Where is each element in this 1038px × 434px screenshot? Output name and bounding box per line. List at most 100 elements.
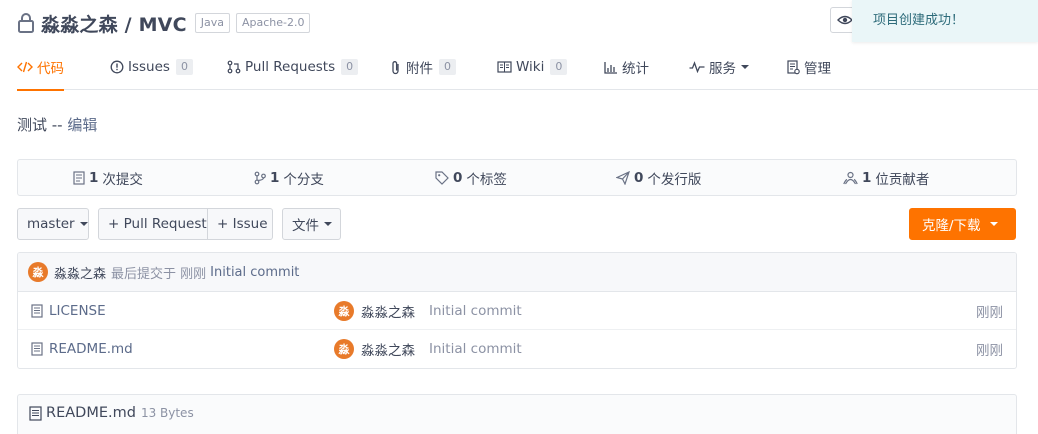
file-row: README.md 淼 淼淼之森 Initial commit 刚刚 [18,330,1016,368]
readme-filename[interactable]: README.md [46,405,136,421]
branch-name: master [27,216,75,232]
stat-value: 0 [634,169,644,186]
chevron-down-icon [79,222,88,226]
contributors-icon [843,171,858,184]
paperclip-icon [392,60,399,74]
commit-author[interactable]: 淼淼之森 [54,263,106,282]
clone-label: 克隆/下载 [922,218,981,234]
branch-select[interactable]: master [17,208,89,240]
tab-services[interactable]: 服务 [689,44,749,90]
file-name: LICENSE [49,303,106,319]
commit-message[interactable]: Initial commit [429,303,522,319]
stat-label: 个标签 [466,171,507,188]
files-label: 文件 [292,218,319,234]
files-dropdown[interactable]: 文件 [282,208,341,240]
license-tag[interactable]: Apache-2.0 [235,13,311,33]
tab-attachments[interactable]: 附件 0 [390,44,456,90]
tab-label: Pull Requests [245,59,336,75]
readme-header: README.md 13 Bytes [29,405,194,421]
stat-value: 1 [270,169,280,186]
lock-icon [18,13,34,33]
tab-label: 代码 [37,61,64,77]
tab-pull-requests[interactable]: Pull Requests 0 [227,44,359,90]
file-icon [31,304,43,318]
avatar[interactable]: 淼 [334,339,354,359]
stat-label: 位贡献者 [875,171,930,188]
repo-title[interactable]: 淼淼之森 / MVC [41,10,187,37]
tag-icon [435,170,449,185]
avatar[interactable]: 淼 [334,301,354,321]
file-list: 淼 淼淼之森 最后提交于 刚刚 Initial commit LICENSE 淼… [17,252,1017,369]
issue-icon [110,60,124,74]
code-icon [17,61,33,73]
clone-download-button[interactable]: 克隆/下载 [909,208,1016,240]
branch-icon [254,171,266,184]
chevron-down-icon [324,222,332,226]
tab-label: 管理 [804,61,831,77]
file-row: LICENSE 淼 淼淼之森 Initial commit 刚刚 [18,292,1016,330]
file-commit: 淼 淼淼之森 Initial commit [334,330,522,368]
stat-releases[interactable]: 0 个发行版 [616,160,701,195]
commit-author[interactable]: 淼淼之森 [361,339,415,359]
repo-tabs: 代码 Issues 0 Pull Requests 0 附件 0 Wiki 0 … [17,44,1038,91]
language-tag[interactable]: Java [194,13,230,33]
stat-value: 1 [862,169,872,186]
success-toast: 项目创建成功！ [852,0,1038,42]
eye-icon [837,15,853,25]
commit-time: 刚刚 [976,305,1003,321]
repo-description: 测试 -- 编辑 [17,114,97,135]
file-name: README.md [49,341,133,357]
stat-tags[interactable]: 0 个标签 [435,160,507,195]
wiki-count: 0 [550,59,568,75]
pull-request-icon [227,60,241,74]
tab-wiki[interactable]: Wiki 0 [497,44,568,90]
stat-value: 0 [453,169,463,186]
stat-label: 次提交 [102,171,143,188]
commit-message[interactable]: Initial commit [210,265,299,280]
readme-size: 13 Bytes [140,406,194,420]
attachments-count: 0 [439,59,456,75]
commit-meta: 最后提交于 刚刚 [111,266,207,282]
file-icon [31,342,43,356]
stat-commits[interactable]: 1 次提交 [73,160,143,195]
repo-header: 淼淼之森 / MVC Java Apache-2.0 [17,10,311,37]
tab-label: Wiki [516,59,545,75]
chevron-down-icon [989,222,998,226]
bar-chart-icon [604,61,617,74]
stat-contributors[interactable]: 1 位贡献者 [843,160,929,195]
tab-issues[interactable]: Issues 0 [110,44,193,90]
commit-author[interactable]: 淼淼之森 [361,301,415,321]
commit-message[interactable]: Initial commit [429,341,522,357]
repo-stats-bar: 1 次提交 1 个分支 0 个标签 0 个发行版 1 位贡献者 [17,159,1017,196]
chevron-down-icon [741,65,749,69]
file-commit: 淼 淼淼之森 Initial commit [334,292,522,330]
stat-label: 个发行版 [647,171,702,188]
description-text: 测试 -- [17,116,68,134]
tab-label: 服务 [709,61,736,77]
edit-description-link[interactable]: 编辑 [67,116,97,134]
wiki-icon [497,61,512,73]
stat-branches[interactable]: 1 个分支 [254,160,324,195]
last-commit-bar: 淼 淼淼之森 最后提交于 刚刚 Initial commit [18,253,1016,292]
tab-code[interactable]: 代码 [17,44,64,91]
stat-value: 1 [89,169,99,186]
pull-requests-count: 0 [341,59,359,75]
new-pull-request-button[interactable]: + Pull Request [98,208,208,240]
avatar[interactable]: 淼 [28,262,48,282]
readme-panel: README.md 13 Bytes [17,394,1017,434]
tab-manage[interactable]: 管理 [787,44,831,90]
commit-icon [73,170,85,185]
tab-statistics[interactable]: 统计 [604,44,649,90]
file-icon [29,405,42,421]
tab-label: 统计 [622,61,649,77]
release-icon [616,170,630,185]
tab-label: 附件 [406,61,433,77]
new-issue-button[interactable]: + Issue [208,208,273,240]
file-name-link[interactable]: README.md [31,330,133,368]
issues-count: 0 [175,59,193,75]
file-name-link[interactable]: LICENSE [31,292,106,330]
stat-label: 个分支 [283,171,324,188]
pulse-icon [689,61,705,73]
settings-doc-icon [787,59,800,74]
tab-label: Issues [128,59,170,75]
